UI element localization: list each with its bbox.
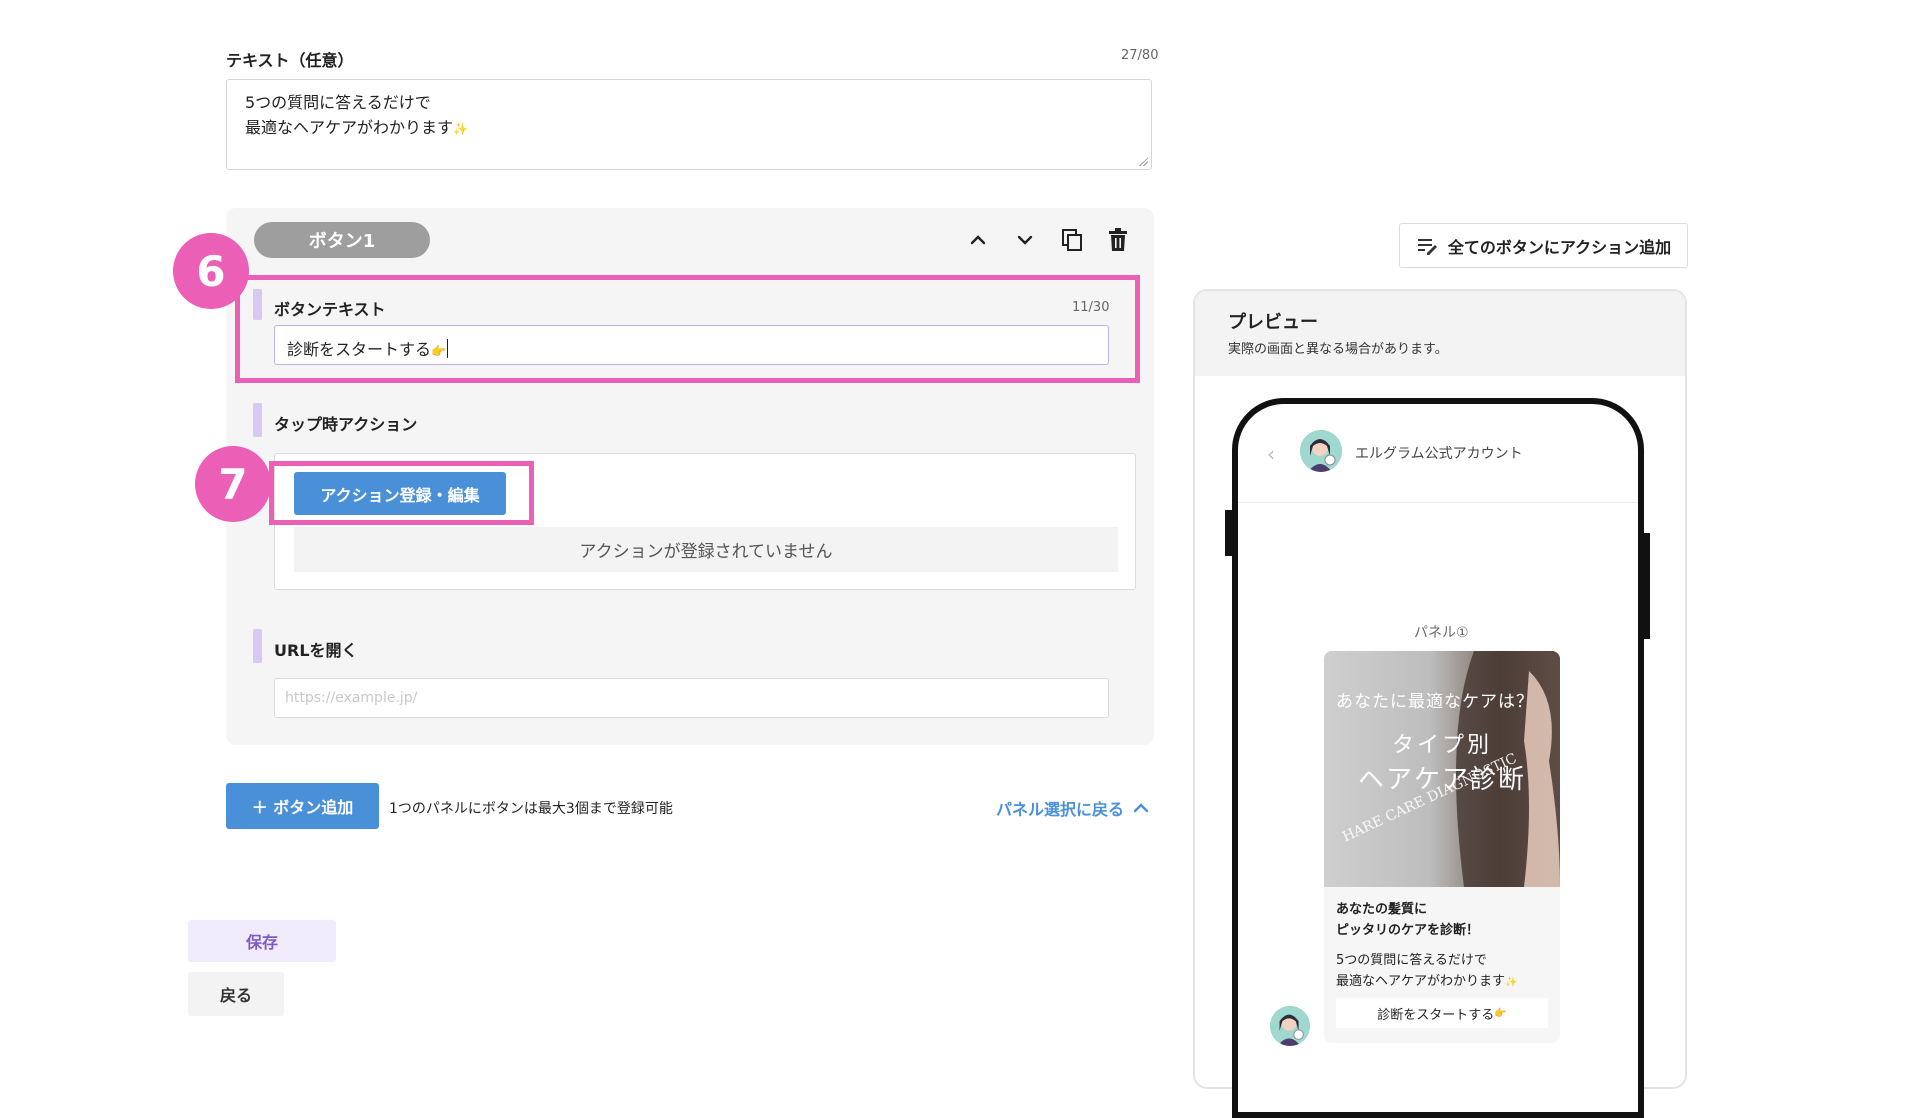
phone-header-divider: [1238, 502, 1638, 503]
textarea-line-1: 5つの質問に答えるだけで: [245, 93, 431, 112]
tap-action-label-bar: [253, 403, 262, 437]
chat-avatar: [1270, 1006, 1310, 1046]
card-sparkle-icon: ✨: [1505, 977, 1518, 988]
add-action-all-button[interactable]: 全てのボタンにアクション追加: [1399, 223, 1688, 268]
list-add-icon: [1417, 238, 1437, 255]
text-field-textarea[interactable]: 5つの質問に答えるだけで 最適なヘアケアがわかります✨: [226, 79, 1152, 170]
chevron-up-icon: [1133, 803, 1149, 813]
back-button[interactable]: 戻る: [188, 972, 284, 1016]
card-title-1: あなたの髪質に: [1336, 902, 1428, 917]
account-avatar: [1300, 430, 1342, 472]
image-line-2: タイプ別: [1391, 733, 1492, 758]
url-placeholder: https://example.jp/: [285, 690, 418, 706]
no-action-message: アクションが登録されていません: [294, 527, 1118, 572]
add-button[interactable]: ＋ ボタン追加: [226, 783, 379, 829]
move-down-icon[interactable]: [1011, 226, 1039, 254]
copy-icon[interactable]: [1058, 226, 1086, 254]
add-button-note: 1つのパネルにボタンは最大3個まで登録可能: [389, 801, 673, 817]
card-pointing-hand-icon: 👉: [1494, 1007, 1507, 1019]
marker-7: 7: [195, 446, 271, 522]
back-to-panel-link[interactable]: パネル選択に戻る: [996, 796, 1150, 820]
account-name: エルグラム公式アカウント: [1355, 446, 1523, 462]
save-button[interactable]: 保存: [188, 920, 336, 962]
card-button[interactable]: 診断をスタートする 👉: [1336, 998, 1548, 1028]
panel-image: あなたに最適なケアは？ タイプ別 ヘアケア診断 HARE CARE DIAGNO…: [1324, 651, 1560, 887]
url-label: URLを開く: [274, 641, 358, 660]
card-title-2: ピッタリのケアを診断！: [1336, 923, 1480, 938]
card-text-1: 5つの質問に答えるだけで: [1336, 953, 1487, 968]
trash-icon[interactable]: [1104, 226, 1132, 254]
resize-handle[interactable]: [1139, 157, 1148, 166]
url-input[interactable]: https://example.jp/: [274, 678, 1109, 718]
panel-label: パネル①: [1414, 625, 1469, 641]
marker-6: 6: [173, 233, 249, 309]
panel-card: あなたに最適なケアは？ タイプ別 ヘアケア診断 HARE CARE DIAGNO…: [1324, 651, 1560, 1043]
button-tab-pill: ボタン1: [254, 222, 430, 258]
textarea-line-2: 最適なヘアケアがわかります✨: [245, 118, 468, 137]
card-text-2: 最適なヘアケアがわかります✨: [1336, 974, 1518, 989]
chevron-left-icon[interactable]: ‹: [1267, 442, 1275, 466]
text-field-label: テキスト（任意）: [226, 51, 354, 70]
preview-note: 実際の画面と異なる場合があります。: [1228, 342, 1448, 357]
sparkle-icon: ✨: [453, 122, 468, 136]
text-field-counter: 27/80: [1121, 48, 1159, 63]
highlight-box-7: [269, 461, 534, 525]
phone-frame: ‹ エルグラム公式アカウント パネル① あなたに最適なケアは？ タイプ別 ヘアケ…: [1232, 398, 1644, 1118]
image-line-1: あなたに最適なケアは？: [1336, 692, 1534, 712]
move-up-icon[interactable]: [964, 226, 992, 254]
preview-title: プレビュー: [1228, 312, 1318, 333]
highlight-box-6: [235, 275, 1140, 383]
url-label-bar: [253, 629, 262, 663]
tap-action-label: タップ時アクション: [274, 415, 418, 434]
